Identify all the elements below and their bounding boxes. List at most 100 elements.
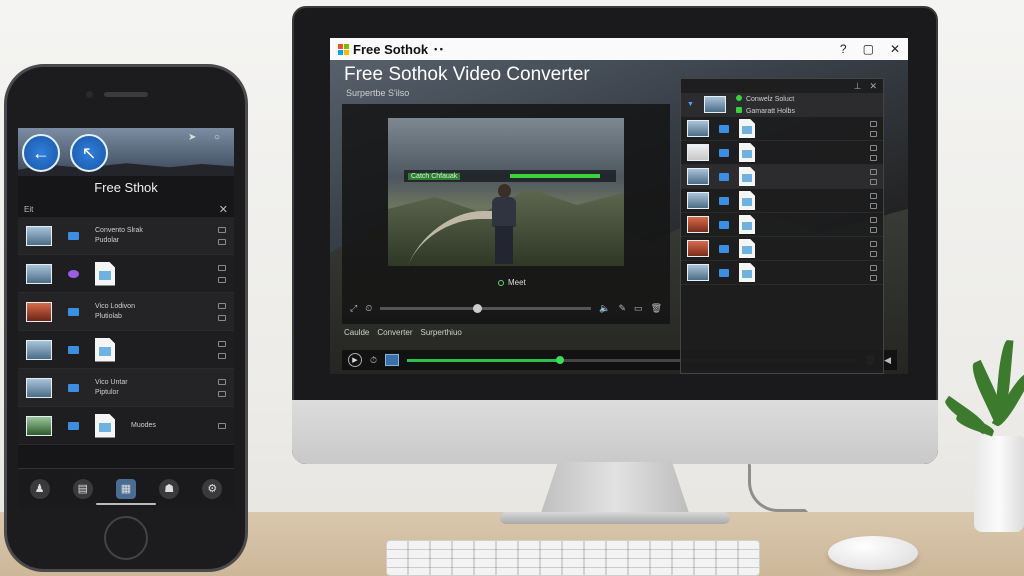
folder-action-icon[interactable] <box>218 302 226 309</box>
clock-icon[interactable]: ⏱ <box>370 355 377 366</box>
document-icon <box>95 413 115 438</box>
close-button[interactable]: ✕ <box>890 42 900 56</box>
list-item[interactable]: Convento Slrak Pudolar <box>18 217 234 255</box>
back-arrow-icon[interactable]: ← <box>22 134 60 172</box>
close-icon[interactable]: ✕ <box>219 203 228 216</box>
delete-icon[interactable] <box>218 390 226 397</box>
player-seek-knob[interactable] <box>473 303 483 313</box>
folder-action-icon[interactable] <box>218 422 226 429</box>
folder-action-icon[interactable] <box>870 192 877 199</box>
folder-action-icon[interactable] <box>870 240 877 247</box>
phone-home-button[interactable] <box>104 516 148 560</box>
share-arrow-icon[interactable]: ↖ <box>70 134 108 172</box>
list-item[interactable] <box>681 237 883 261</box>
mobile-app-screen: ← ↖ ➤ ○ Free Sthok Eit ✕ Convento Slrak … <box>18 128 234 508</box>
trash-icon[interactable]: 🗑 <box>651 303 662 314</box>
list-item[interactable] <box>681 165 883 189</box>
fullscreen-icon[interactable]: ⤢ <box>350 303 357 314</box>
volume-icon[interactable]: ◀ <box>884 355 891 366</box>
chevron-down-icon[interactable]: ▼ <box>687 101 694 108</box>
app-heading: Free Sothok Video Converter <box>344 64 590 85</box>
dock-item-archive[interactable]: ▤ <box>72 478 93 499</box>
keyboard <box>386 540 760 576</box>
delete-icon[interactable] <box>218 352 226 359</box>
overlay-fill <box>510 174 601 178</box>
app-logo-icon <box>338 43 349 55</box>
speed-icon[interactable]: ⏲ <box>365 303 372 314</box>
folder-action-icon[interactable] <box>218 264 226 271</box>
file-thumbnail <box>687 144 709 161</box>
list-item-subtitle: Piptulor <box>95 389 119 396</box>
list-item[interactable] <box>681 117 883 141</box>
list-item[interactable] <box>681 213 883 237</box>
dock-item-gallery[interactable]: ▦ <box>115 478 136 499</box>
player-seek-track[interactable] <box>380 303 592 313</box>
list-item[interactable]: Vico Lodivon Plutiolab <box>18 293 234 331</box>
window-title-dots: • • <box>434 44 443 54</box>
folder-action-icon[interactable] <box>218 340 226 347</box>
timeline-clip[interactable] <box>385 354 400 366</box>
dock-item-profile[interactable]: ♟ <box>29 478 50 499</box>
tab-caulde[interactable]: Caulde <box>344 328 369 337</box>
archive-icon: ▤ <box>72 478 93 499</box>
file-thumbnail <box>26 301 52 322</box>
mobile-banner: ← ↖ ➤ ○ <box>18 128 234 176</box>
folder-action-icon[interactable] <box>870 216 877 223</box>
overlay-slider[interactable]: Catch Chfauak <box>404 170 616 182</box>
edit-label[interactable]: Eit <box>24 205 33 214</box>
delete-icon[interactable] <box>218 276 226 283</box>
delete-icon[interactable] <box>870 226 877 233</box>
restore-button[interactable]: ▢ <box>863 42 874 56</box>
overlay-label: Catch Chfauak <box>408 172 461 180</box>
file-thumbnail <box>687 192 709 209</box>
timeline-knob[interactable] <box>555 355 564 364</box>
delete-icon[interactable] <box>870 178 877 185</box>
folder-action-icon[interactable] <box>870 264 877 271</box>
play-button[interactable]: ▶ <box>348 353 362 367</box>
document-icon <box>739 143 755 162</box>
list-item[interactable] <box>18 331 234 369</box>
file-list-panel: ⊥ ✕ ▼ Conwelz Soluct Gamaratt Holbs <box>680 78 884 374</box>
folder-action-icon[interactable] <box>218 378 226 385</box>
pin-icon[interactable]: ⊥ <box>854 81 862 92</box>
list-item-subtitle: Pudolar <box>95 237 120 244</box>
dock-item-chef[interactable]: ☗ <box>159 478 180 499</box>
tab-surperthiuo[interactable]: Surperthiuo <box>420 328 461 337</box>
front-camera <box>86 91 93 98</box>
tab-converter[interactable]: Converter <box>377 328 412 337</box>
window-icon[interactable]: ▭ <box>634 303 643 314</box>
delete-icon[interactable] <box>870 250 877 257</box>
cursor-icon[interactable]: ➤ <box>188 132 196 143</box>
list-item[interactable]: Vico Untar Piptulor <box>18 369 234 407</box>
list-item-title: Conwelz Soluct <box>745 95 795 103</box>
volume-icon[interactable]: 🔈 <box>599 303 610 314</box>
document-icon <box>739 167 755 186</box>
list-item[interactable] <box>681 141 883 165</box>
edit-icon[interactable]: ✎ <box>619 303 627 314</box>
dock-item-settings[interactable]: ⚙ <box>202 478 223 499</box>
list-item[interactable] <box>681 261 883 285</box>
video-preview[interactable]: Catch Chfauak <box>388 118 624 266</box>
folder-action-icon[interactable] <box>870 168 877 175</box>
help-button[interactable]: ? <box>840 42 847 56</box>
folder-action-icon[interactable] <box>870 144 877 151</box>
list-item[interactable]: ▼ Conwelz Soluct Gamaratt Holbs <box>681 93 883 117</box>
file-thumbnail <box>703 96 726 113</box>
info-icon[interactable]: ○ <box>214 132 220 143</box>
desktop-app-window: Free Sothok • • ? ▢ ✕ Free Sothok Video … <box>330 38 908 374</box>
folder-action-icon[interactable] <box>870 120 877 127</box>
delete-icon[interactable] <box>218 238 226 245</box>
list-item[interactable]: Muodes <box>18 407 234 445</box>
delete-icon[interactable] <box>870 154 877 161</box>
list-item[interactable] <box>681 189 883 213</box>
delete-icon[interactable] <box>870 202 877 209</box>
delete-icon[interactable] <box>870 130 877 137</box>
list-item[interactable] <box>18 255 234 293</box>
window-title: Free Sothok <box>353 41 429 57</box>
panel-close-icon[interactable]: ✕ <box>869 81 877 92</box>
folder-action-icon[interactable] <box>218 226 226 233</box>
delete-icon[interactable] <box>870 274 877 281</box>
delete-icon[interactable] <box>218 314 226 321</box>
earpiece <box>104 92 148 97</box>
monitor-chin <box>292 400 938 464</box>
